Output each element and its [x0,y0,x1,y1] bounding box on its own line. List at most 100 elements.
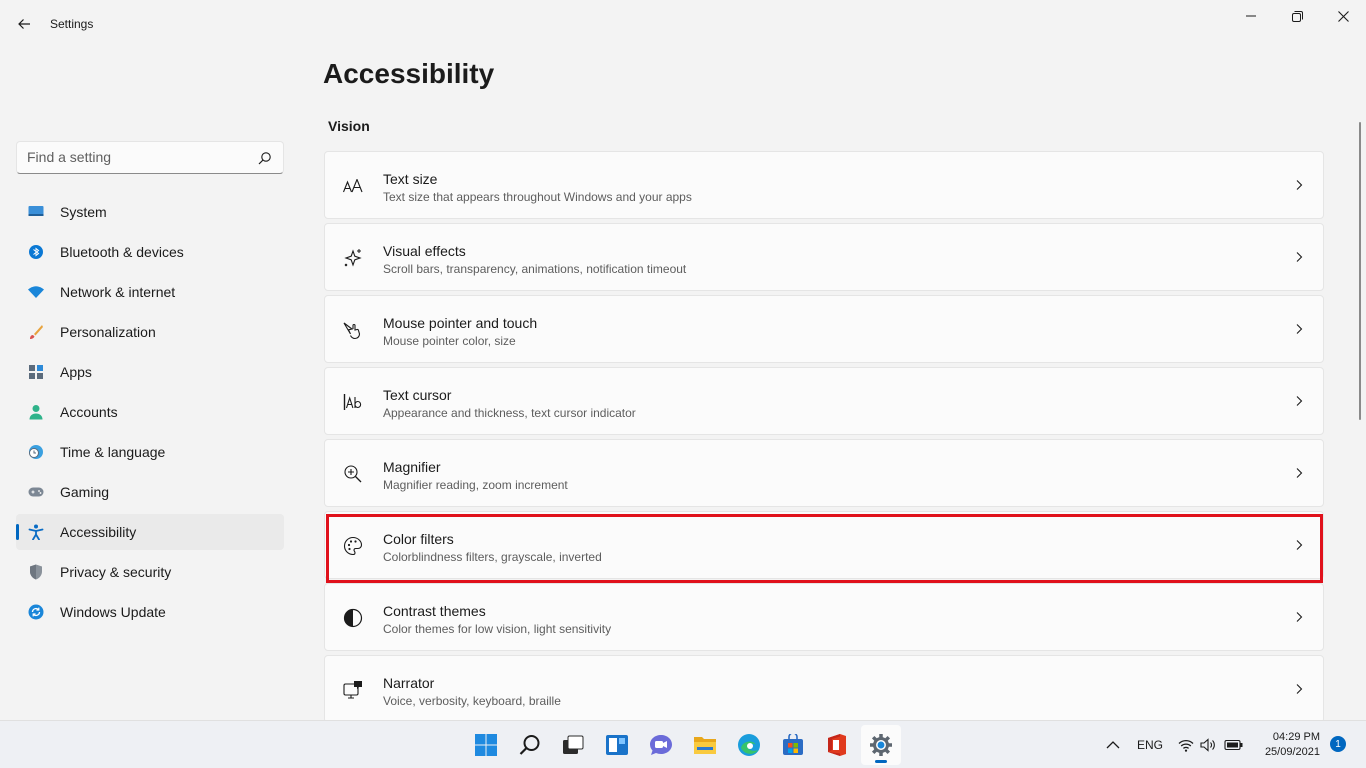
mouse-pointer-card[interactable]: Mouse pointer and touch Mouse pointer co… [324,295,1324,363]
person-icon [28,404,44,420]
office-button[interactable] [817,725,857,765]
chat-button[interactable] [641,725,681,765]
widgets-button[interactable] [597,725,637,765]
office-icon [828,734,846,756]
language-label: ENG [1137,738,1164,752]
card-title: Contrast themes [383,603,486,619]
task-view-button[interactable] [553,725,593,765]
sidebar-item-time-language[interactable]: Time & language [16,434,284,470]
wifi-icon [1178,739,1194,752]
sidebar-item-accounts[interactable]: Accounts [16,394,284,430]
store-button[interactable] [773,725,813,765]
clock[interactable]: 04:29 PM 25/09/2021 [1248,730,1320,760]
sidebar-item-system[interactable]: System [16,194,284,230]
page-title: Accessibility [323,58,495,89]
narrator-card[interactable]: Narrator Voice, verbosity, keyboard, bra… [324,655,1324,723]
close-button[interactable] [1320,0,1366,32]
sidebar-item-privacy[interactable]: Privacy & security [16,554,284,590]
sidebar-item-windows-update[interactable]: Windows Update [16,594,284,630]
chevron-up-icon [1106,741,1120,749]
sidebar-item-label: Windows Update [60,604,166,620]
quick-settings-button[interactable] [1178,721,1244,768]
notification-badge[interactable]: 1 [1330,736,1346,752]
color-filters-card[interactable]: Color filters Colorblindness filters, gr… [324,511,1324,579]
sidebar-item-label: Bluetooth & devices [60,244,184,260]
contrast-themes-card[interactable]: Contrast themes Color themes for low vis… [324,583,1324,651]
search-icon[interactable] [258,151,272,165]
show-hidden-icons-button[interactable] [1106,721,1120,768]
app-title: Settings [50,17,94,31]
scrollbar[interactable] [1359,122,1361,420]
card-description: Mouse pointer color, size [383,334,516,348]
magnifier-card[interactable]: Magnifier Magnifier reading, zoom increm… [324,439,1324,507]
sidebar-item-gaming[interactable]: Gaming [16,474,284,510]
sidebar-item-accessibility[interactable]: Accessibility [16,514,284,550]
language-indicator[interactable]: ENG [1137,721,1163,768]
start-icon [475,734,497,756]
sidebar-nav: System Bluetooth & devices Network & int… [16,194,284,634]
volume-icon [1200,738,1215,752]
sidebar-item-label: Apps [60,364,92,380]
settings-icon [870,734,892,756]
card-description: Text size that appears throughout Window… [383,190,692,204]
shield-icon [28,564,44,580]
maximize-icon [1291,10,1303,22]
pointer-touch-icon [343,320,363,340]
start-button[interactable] [466,725,506,765]
chat-icon [650,735,672,755]
accessibility-icon [28,524,44,540]
minimize-button[interactable] [1228,0,1274,32]
contrast-icon [343,608,363,628]
sidebar-item-label: Personalization [60,324,156,340]
text-cursor-card[interactable]: Text cursor Appearance and thickness, te… [324,367,1324,435]
card-description: Colorblindness filters, grayscale, inver… [383,550,602,564]
chevron-right-icon [1296,612,1303,622]
wifi-icon [28,284,44,300]
globe-clock-icon [28,444,44,460]
chevron-right-icon [1296,324,1303,334]
brush-icon [28,324,44,340]
section-title: Vision [328,118,370,134]
card-title: Narrator [383,675,435,691]
card-title: Text cursor [383,387,452,403]
sidebar-item-label: Privacy & security [60,564,172,580]
title-bar: Settings [0,0,1366,48]
sidebar-item-label: Accessibility [60,524,137,540]
taskbar-search-button[interactable] [510,725,550,765]
back-arrow-icon [18,19,30,29]
search-box[interactable] [16,141,284,174]
clock-date: 25/09/2021 [1264,746,1320,758]
visual-effects-card[interactable]: Visual effects Scroll bars, transparency… [324,223,1324,291]
search-icon [519,735,540,755]
settings-list: Text size Text size that appears through… [324,151,1324,727]
maximize-button[interactable] [1274,0,1320,32]
sidebar-item-apps[interactable]: Apps [16,354,284,390]
minimize-icon [1246,15,1256,17]
chevron-right-icon [1296,252,1303,262]
active-app-indicator [875,760,887,763]
card-description: Voice, verbosity, keyboard, braille [383,694,561,708]
sidebar-item-personalization[interactable]: Personalization [16,314,284,350]
back-button[interactable] [10,10,38,38]
task-view-icon [563,735,584,754]
text-size-icon [343,176,363,196]
edge-button[interactable] [729,725,769,765]
update-icon [28,604,44,620]
sidebar-item-bluetooth[interactable]: Bluetooth & devices [16,234,284,270]
settings-taskbar-button[interactable] [861,725,901,765]
taskbar: ENG 04:29 PM 25/09/2021 1 [0,720,1366,768]
search-input[interactable] [27,149,247,165]
sidebar-item-label: Gaming [60,484,110,500]
edge-icon [738,734,760,756]
text-size-card[interactable]: Text size Text size that appears through… [324,151,1324,219]
chevron-right-icon [1296,540,1303,550]
card-description: Magnifier reading, zoom increment [383,478,568,492]
sidebar-item-network[interactable]: Network & internet [16,274,284,310]
apps-icon [28,364,44,380]
chevron-right-icon [1296,684,1303,694]
text-cursor-icon [343,392,363,412]
file-explorer-button[interactable] [685,725,725,765]
narrator-icon [343,680,363,700]
card-description: Appearance and thickness, text cursor in… [383,406,636,420]
sidebar-item-label: Network & internet [60,284,176,300]
